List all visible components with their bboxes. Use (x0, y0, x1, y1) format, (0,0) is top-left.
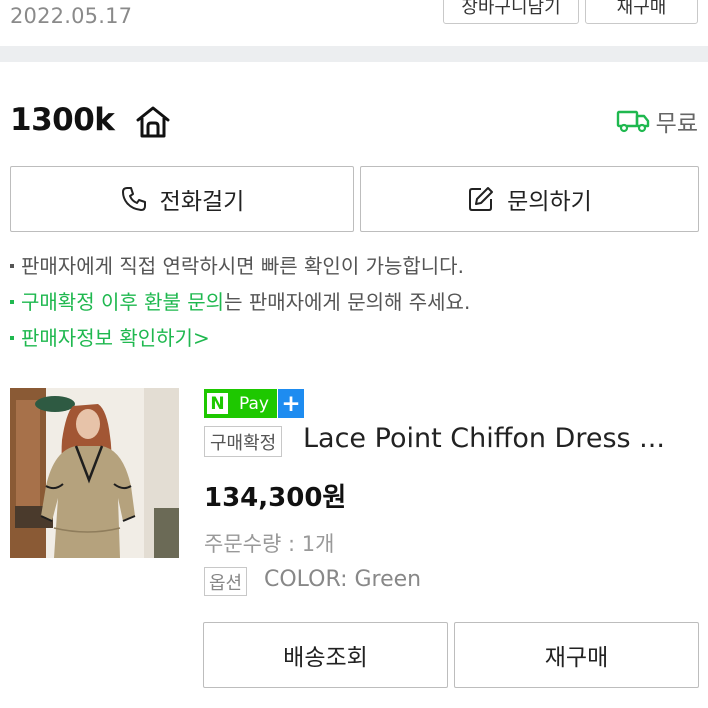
option-value: COLOR: Green (264, 567, 422, 592)
delivery-info: 무료 (616, 104, 698, 138)
notice-seller-info: 판매자정보 확인하기> (10, 322, 210, 351)
delivery-fee: 무료 (655, 111, 698, 137)
product-image[interactable] (10, 388, 179, 558)
inquiry-button[interactable]: 문의하기 (360, 166, 699, 232)
product-price: 134,300원 (204, 483, 347, 513)
seller-name[interactable]: 1300k (10, 102, 115, 138)
product-photo (10, 388, 179, 558)
rebuy-button[interactable]: 재구매 (454, 622, 699, 688)
track-delivery-button[interactable]: 배송조회 (203, 622, 448, 688)
notice-refund: 구매확정 이후 환불 문의는 판매자에게 문의해 주세요. (10, 286, 470, 315)
bullet (10, 335, 14, 340)
inquiry-button-label: 문의하기 (507, 189, 592, 215)
phone-icon (121, 187, 146, 211)
npay-plus-icon: + (278, 389, 304, 418)
order-header: 2022.05.17 장바구니담기 재구매 (0, 0, 708, 46)
purchase-status-badge: 구매확정 (204, 426, 283, 457)
call-button[interactable]: 전화걸기 (10, 166, 354, 232)
seller-info-link[interactable]: 판매자정보 확인하기 (21, 326, 193, 350)
npay-n-icon: N (204, 389, 231, 418)
seller-row: 1300k 무료 (10, 98, 698, 150)
chevron-right-icon: > (192, 326, 210, 350)
npay-pay-label: Pay (231, 389, 277, 418)
order-quantity: 주문수량 : 1개 (204, 532, 335, 556)
notice-contact-text: 판매자에게 직접 연락하시면 빠른 확인이 가능합니다. (21, 254, 464, 278)
npay-plus-badge: N Pay + (204, 389, 304, 418)
section-divider (0, 46, 708, 62)
refund-inquiry-link[interactable]: 구매확정 이후 환불 문의 (21, 290, 224, 314)
add-to-cart-button[interactable]: 장바구니담기 (443, 0, 579, 24)
store-home-icon[interactable] (135, 105, 171, 139)
notice-refund-text: 는 판매자에게 문의해 주세요. (224, 290, 471, 314)
order-date: 2022.05.17 (10, 4, 133, 28)
bullet (10, 299, 14, 304)
notice-contact: 판매자에게 직접 연락하시면 빠른 확인이 가능합니다. (10, 250, 464, 279)
top-rebuy-button[interactable]: 재구매 (585, 0, 698, 24)
bullet (10, 263, 14, 268)
option-label: 옵션 (204, 567, 248, 596)
product-title[interactable]: Lace Point Chiffon Dress ... (303, 423, 698, 454)
call-button-label: 전화걸기 (159, 189, 245, 215)
edit-icon (469, 187, 494, 211)
truck-icon (616, 110, 649, 133)
